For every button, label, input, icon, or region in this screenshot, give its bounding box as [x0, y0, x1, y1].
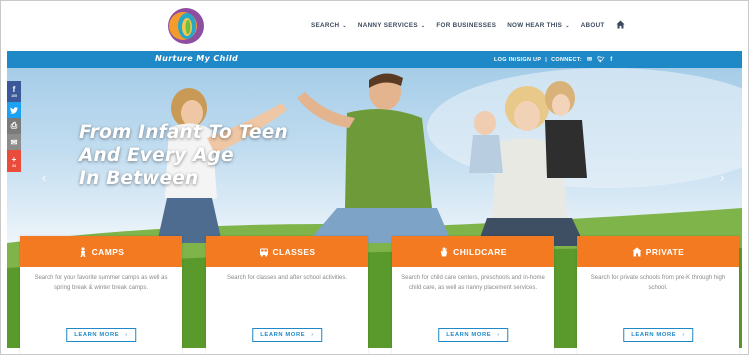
bus-icon	[259, 248, 268, 257]
classes-learn-more-button[interactable]: LEARN MORE ›	[252, 328, 322, 342]
card-classes-header[interactable]: CLASSES	[206, 236, 368, 267]
childcare-learn-more-label: LEARN MORE	[446, 332, 492, 338]
email-icon: ✉	[10, 137, 18, 147]
chevron-right-icon: ›	[125, 332, 128, 338]
more-share-button[interactable]: + 34	[7, 150, 21, 172]
card-camps: CAMPS Search for your favorite summer ca…	[20, 236, 182, 354]
nav-now-hear-this-label: NOW HEAR THIS	[507, 22, 563, 29]
carousel-next-arrow[interactable]: ›	[720, 170, 724, 185]
hero-headline-line-3: In Between	[79, 168, 199, 189]
nav-for-businesses-label: FOR BUSINESSES	[436, 22, 497, 29]
account-bar: LOG IN/SIGN UP | CONNECT: ✉ 🐦︎ f	[494, 56, 613, 64]
connect-label: CONNECT:	[551, 56, 582, 63]
nav-for-businesses[interactable]: FOR BUSINESSES	[436, 21, 496, 30]
card-private-description: Search for private schools from pre-K th…	[590, 275, 726, 291]
category-cards: CAMPS Search for your favorite summer ca…	[20, 236, 739, 354]
nav-about[interactable]: ABOUT	[581, 21, 605, 30]
brand-name[interactable]: Nurture My Child	[155, 54, 238, 63]
card-classes-title: CLASSES	[272, 246, 316, 257]
email-share-button[interactable]: ✉	[7, 134, 21, 150]
private-learn-more-label: LEARN MORE	[631, 332, 677, 338]
chevron-down-icon: ⌄	[342, 22, 347, 29]
browser-frame: SEARCH ⌄ NANNY SERVICES ⌄ FOR BUSINESSES…	[0, 0, 749, 355]
facebook-icon: f	[12, 85, 16, 94]
card-classes-description: Search for classes and after school acti…	[226, 275, 348, 281]
hero-headline: From Infant To Teen And Every Age In Bet…	[79, 121, 288, 190]
nav-nanny-services[interactable]: NANNY SERVICES ⌄	[358, 21, 425, 30]
card-private-header[interactable]: PRIVATE	[577, 236, 739, 267]
card-childcare-header[interactable]: CHILDCARE	[392, 236, 554, 267]
private-learn-more-button[interactable]: LEARN MORE ›	[623, 328, 693, 342]
twitter-icon	[10, 106, 18, 114]
twitter-icon[interactable]: 🐦︎	[597, 56, 605, 63]
nav-about-label: ABOUT	[580, 22, 605, 29]
chevron-down-icon: ⌄	[565, 22, 570, 29]
print-share-button[interactable]: ⎙	[7, 118, 21, 134]
home-icon	[616, 20, 625, 29]
more-share-count: 34	[12, 163, 16, 168]
plus-icon: +	[11, 154, 17, 164]
facebook-icon[interactable]: f	[610, 57, 612, 63]
chevron-right-icon: ›	[497, 332, 500, 338]
nav-nanny-services-label: NANNY SERVICES	[357, 22, 418, 29]
childcare-learn-more-button[interactable]: LEARN MORE ›	[438, 328, 508, 342]
camp-icon	[80, 246, 86, 257]
card-childcare-title: CHILDCARE	[453, 246, 507, 257]
camps-learn-more-button[interactable]: LEARN MORE ›	[66, 328, 136, 342]
carousel-prev-arrow[interactable]: ‹	[42, 170, 46, 185]
card-camps-header[interactable]: CAMPS	[20, 236, 182, 267]
login-signup-link[interactable]: LOG IN/SIGN UP	[494, 57, 541, 63]
facebook-share-count: 105	[11, 94, 17, 98]
top-navigation: SEARCH ⌄ NANNY SERVICES ⌄ FOR BUSINESSES…	[1, 1, 748, 49]
card-childcare-description: Search for child care centers, preschool…	[401, 275, 545, 291]
divider: |	[545, 56, 548, 63]
nav-search[interactable]: SEARCH ⌄	[311, 21, 347, 30]
nav-search-label: SEARCH	[311, 22, 340, 29]
classes-learn-more-label: LEARN MORE	[260, 332, 306, 338]
card-private: PRIVATE Search for private schools from …	[577, 236, 739, 354]
main-nav: SEARCH ⌄ NANNY SERVICES ⌄ FOR BUSINESSES…	[311, 20, 636, 30]
nurture-my-child-logo[interactable]	[163, 6, 209, 46]
email-icon[interactable]: ✉	[587, 56, 592, 63]
card-childcare: CHILDCARE Search for child care centers,…	[392, 236, 554, 354]
twitter-share-button[interactable]	[7, 102, 21, 118]
hero-headline-line-1: From Infant To Teen	[79, 122, 288, 143]
print-icon: ⎙	[10, 121, 18, 130]
nav-home[interactable]	[616, 20, 625, 30]
chevron-down-icon: ⌄	[420, 22, 426, 29]
social-share-sidebar: f 105 ⎙ ✉ + 34	[7, 81, 21, 172]
nav-now-hear-this[interactable]: NOW HEAR THIS ⌄	[507, 21, 569, 30]
camps-learn-more-label: LEARN MORE	[74, 332, 120, 338]
hero-headline-line-2: And Every Age	[79, 145, 234, 166]
chevron-right-icon: ›	[311, 332, 314, 338]
card-classes: CLASSES Search for classes and after sch…	[206, 236, 368, 354]
card-camps-description: Search for your favorite summer camps as…	[34, 275, 168, 291]
facebook-share-button[interactable]: f 105	[7, 81, 21, 102]
brand-bar: Nurture My Child LOG IN/SIGN UP | CONNEC…	[7, 51, 742, 68]
card-private-title: PRIVATE	[645, 246, 685, 257]
school-icon	[632, 247, 642, 256]
hand-icon	[441, 246, 448, 256]
card-camps-title: CAMPS	[91, 246, 125, 257]
chevron-right-icon: ›	[682, 332, 685, 338]
